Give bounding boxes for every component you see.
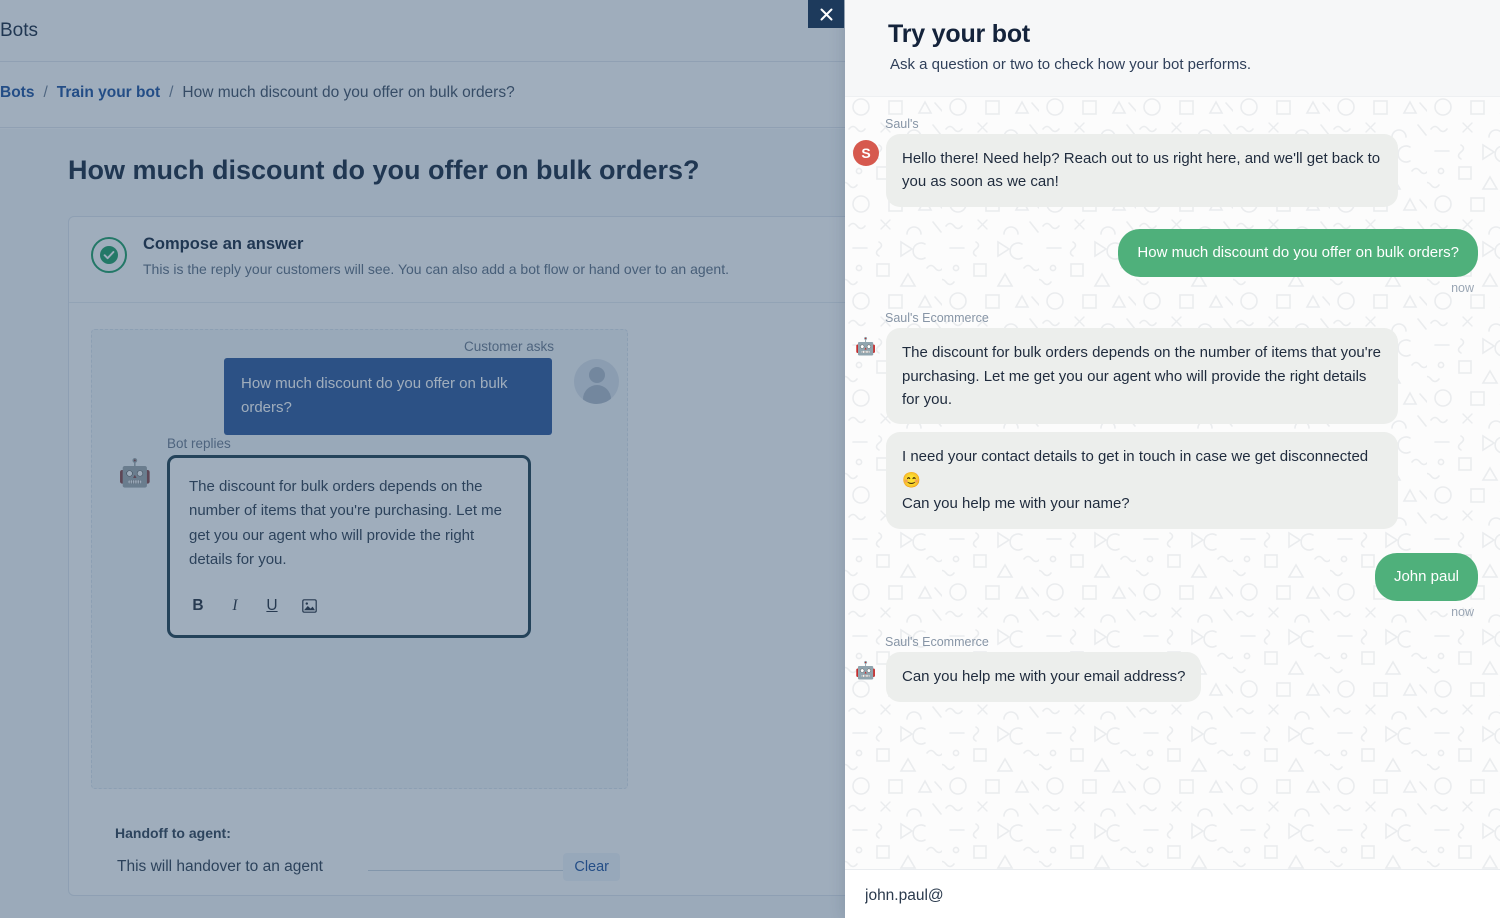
list-item: How much discount do you offer on bulk o… bbox=[845, 228, 1478, 296]
app-title: Bots bbox=[0, 20, 39, 41]
panel-subtitle: Ask a question or two to check how your … bbox=[890, 56, 1252, 73]
app-topbar: Bots bbox=[0, 0, 845, 62]
panel-title: Try your bot bbox=[888, 20, 1031, 48]
italic-button[interactable]: I bbox=[226, 597, 244, 615]
breadcrumb-separator: / bbox=[43, 84, 48, 101]
list-item: John paul now bbox=[845, 552, 1478, 620]
app-background: Bots Bots / Train your bot / How much discou… bbox=[0, 0, 845, 918]
breadcrumb-bar: Bots / Train your bot / How much discount do… bbox=[0, 62, 845, 128]
avatar-spacer bbox=[853, 438, 879, 464]
robot-icon: 🤖 bbox=[855, 337, 877, 357]
page-title: How much discount do you offer on bulk o… bbox=[68, 155, 700, 185]
breadcrumb-current: How much discount do you offer on bulk o… bbox=[182, 84, 515, 101]
customer-asks-label: Customer asks bbox=[463, 339, 554, 354]
message-line-1: I need your contact details to get in to… bbox=[902, 448, 1369, 489]
bold-button[interactable]: B bbox=[189, 597, 207, 615]
breadcrumb: Bots / Train your bot / How much discount do… bbox=[0, 84, 515, 102]
underline-button[interactable]: U bbox=[263, 597, 281, 615]
message-bubble: Hello there! Need help? Reach out to us … bbox=[886, 134, 1398, 207]
message-composer bbox=[845, 869, 1500, 918]
formatting-toolbar: B I U bbox=[189, 597, 318, 615]
compose-answer-card: Compose an answer This is the reply your… bbox=[68, 216, 845, 896]
message-list[interactable]: Saul's S Hello there! Need help? Reach o… bbox=[845, 97, 1500, 869]
chat-area: Saul's S Hello there! Need help? Reach o… bbox=[845, 97, 1500, 869]
panel-header: Try your bot Ask a question or two to ch… bbox=[845, 0, 1500, 97]
card-header: Compose an answer This is the reply your… bbox=[69, 217, 845, 303]
message-bubble: The discount for bulk orders depends on … bbox=[886, 328, 1398, 425]
robot-icon: 🤖 bbox=[855, 661, 877, 681]
message-input[interactable] bbox=[865, 887, 1365, 905]
message-bubble: I need your contact details to get in to… bbox=[886, 432, 1398, 529]
handoff-value: This will handover to an agent bbox=[117, 858, 323, 875]
try-your-bot-panel: Try your bot Ask a question or two to ch… bbox=[845, 0, 1500, 918]
list-item: I need your contact details to get in to… bbox=[845, 432, 1478, 529]
list-item: Saul's S Hello there! Need help? Reach o… bbox=[845, 117, 1478, 207]
list-item: Saul's Ecommerce 🤖 Can you help me with … bbox=[845, 635, 1478, 702]
avatar: S bbox=[853, 140, 879, 166]
page-body: How much discount do you offer on bulk o… bbox=[0, 129, 845, 918]
message-timestamp: now bbox=[1451, 605, 1474, 620]
bot-replies-label: Bot replies bbox=[167, 436, 231, 451]
message-bubble: John paul bbox=[1374, 552, 1478, 602]
clear-handoff-button[interactable]: Clear bbox=[563, 853, 620, 881]
bot-reply-editor[interactable]: The discount for bulk orders depends on … bbox=[167, 455, 531, 638]
conversation-preview: Customer asks How much discount do you o… bbox=[91, 329, 628, 789]
card-title: Compose an answer bbox=[143, 235, 304, 253]
breadcrumb-link-bots[interactable]: Bots bbox=[0, 84, 34, 101]
message-bubble: How much discount do you offer on bulk o… bbox=[1118, 228, 1478, 278]
message-sender: Saul's Ecommerce bbox=[885, 635, 989, 650]
customer-question-bubble: How much discount do you offer on bulk o… bbox=[224, 358, 552, 435]
list-item: Saul's Ecommerce 🤖 The discount for bulk… bbox=[845, 311, 1478, 425]
person-avatar-icon bbox=[574, 359, 619, 404]
screen: Bots Bots / Train your bot / How much discou… bbox=[0, 0, 1500, 918]
message-bubble: Can you help me with your email address? bbox=[886, 652, 1202, 702]
card-subtitle: This is the reply your customers will se… bbox=[143, 261, 729, 277]
insert-image-button[interactable] bbox=[300, 599, 318, 613]
breadcrumb-link-train-your-bot[interactable]: Train your bot bbox=[57, 84, 160, 101]
message-timestamp: now bbox=[1451, 281, 1474, 296]
bot-reply-text[interactable]: The discount for bulk orders depends on … bbox=[189, 475, 509, 573]
message-sender: Saul's Ecommerce bbox=[885, 311, 989, 326]
robot-icon: 🤖 bbox=[118, 458, 152, 488]
check-circle-icon bbox=[91, 237, 127, 273]
message-sender: Saul's bbox=[885, 117, 919, 131]
breadcrumb-separator: / bbox=[169, 84, 174, 101]
close-icon[interactable] bbox=[808, 0, 844, 28]
message-line-2: Can you help me with your name? bbox=[902, 495, 1130, 513]
handoff-label: Handoff to agent: bbox=[115, 825, 231, 841]
handoff-row: This will handover to an agent Clear bbox=[91, 845, 628, 895]
